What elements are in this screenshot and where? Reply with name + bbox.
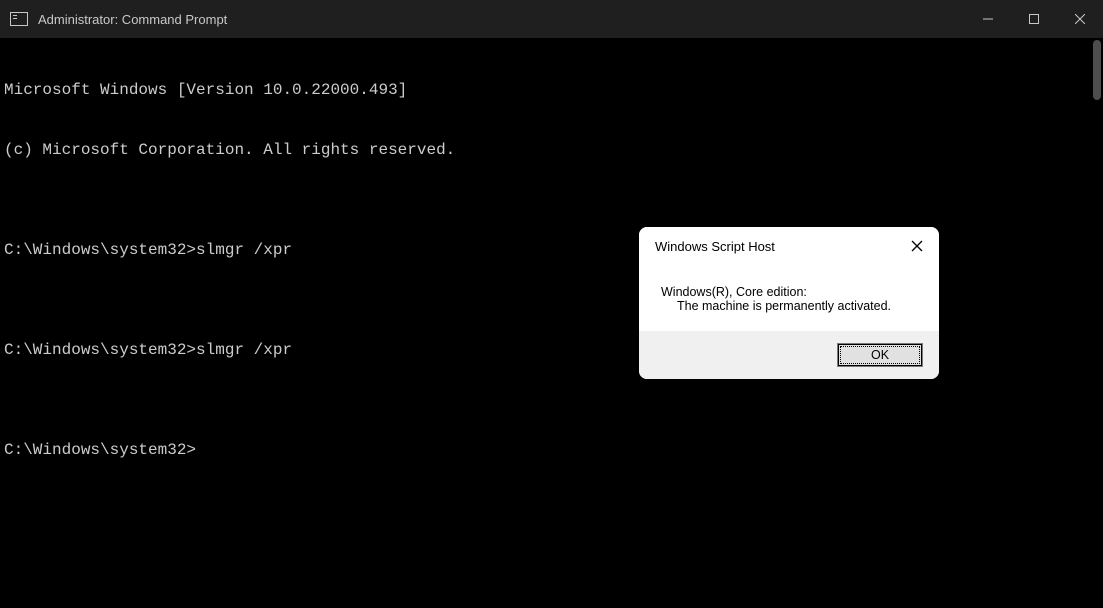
dialog-close-button[interactable] — [901, 230, 933, 262]
titlebar: Administrator: Command Prompt — [0, 0, 1103, 38]
dialog-body: Windows(R), Core edition: The machine is… — [639, 265, 939, 331]
minimize-button[interactable] — [965, 0, 1011, 38]
maximize-button[interactable] — [1011, 0, 1057, 38]
terminal-line: Microsoft Windows [Version 10.0.22000.49… — [4, 80, 1099, 100]
ok-button[interactable]: OK — [837, 343, 923, 367]
dialog-message-line1: Windows(R), Core edition: — [661, 285, 917, 299]
ok-button-label: OK — [871, 348, 889, 362]
terminal-line: C:\Windows\system32> — [4, 440, 1099, 460]
terminal-line: (c) Microsoft Corporation. All rights re… — [4, 140, 1099, 160]
close-icon — [911, 240, 923, 252]
dialog-footer: OK — [639, 331, 939, 379]
dialog-message-line2: The machine is permanently activated. — [661, 299, 917, 313]
scrollbar-thumb[interactable] — [1093, 40, 1101, 100]
dialog-title: Windows Script Host — [655, 239, 901, 254]
script-host-dialog: Windows Script Host Windows(R), Core edi… — [639, 227, 939, 379]
window-title: Administrator: Command Prompt — [38, 12, 227, 27]
scrollbar[interactable] — [1093, 40, 1101, 600]
command-prompt-icon — [10, 12, 28, 26]
close-button[interactable] — [1057, 0, 1103, 38]
dialog-titlebar: Windows Script Host — [639, 227, 939, 265]
